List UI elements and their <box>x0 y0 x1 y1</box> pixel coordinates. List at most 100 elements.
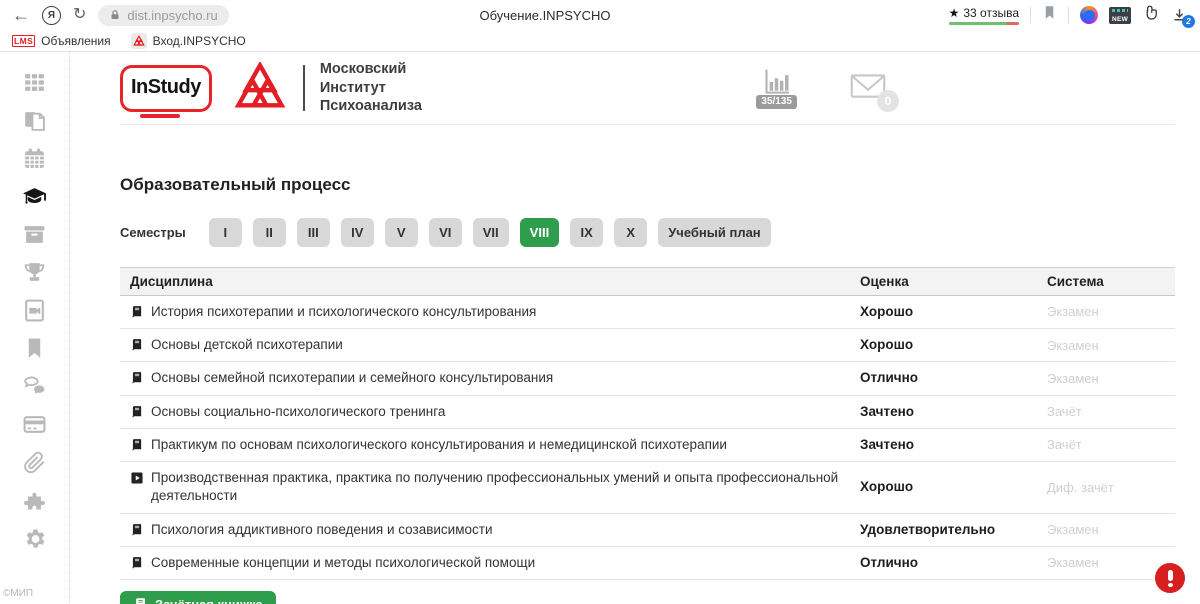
semesters-label: Семестры <box>120 225 186 240</box>
lock-icon <box>109 9 121 21</box>
discipline-name: Психология аддиктивного поведения и соза… <box>151 521 492 539</box>
grade-value: Удовлетворительно <box>860 521 1047 539</box>
semester-tabs: IIIIIIIVVVIVIIVIIIIXXУчебный план <box>209 218 771 247</box>
table-row[interactable]: Основы детской психотерапииХорошоЭкзамен <box>120 329 1175 362</box>
copy-documents-icon <box>22 108 47 138</box>
disciplines-table: Дисциплина Оценка Система История психот… <box>120 267 1175 580</box>
semester-tab-III[interactable]: III <box>297 218 330 247</box>
video-file-icon <box>22 298 47 328</box>
mip-logo-icon[interactable] <box>234 62 286 114</box>
download-badge: 2 <box>1182 15 1195 28</box>
sidebar-item-calendar[interactable] <box>0 142 69 180</box>
bookmark-icon <box>22 336 47 366</box>
table-header: Дисциплина Оценка Система <box>120 267 1175 296</box>
extension-lens-icon[interactable] <box>1080 6 1098 24</box>
yandex-profile-icon[interactable]: Я <box>42 6 61 25</box>
archive-box-icon <box>22 222 47 252</box>
table-row[interactable]: История психотерапии и психологического … <box>120 296 1175 329</box>
system-value: Экзамен <box>1047 337 1175 355</box>
sidebar-item-bookmark[interactable] <box>0 332 69 370</box>
sidebar-item-trophy[interactable] <box>0 256 69 294</box>
semester-tab-I[interactable]: I <box>209 218 242 247</box>
sidebar-item-copy-documents[interactable] <box>0 104 69 142</box>
semester-tab-VII[interactable]: VII <box>473 218 509 247</box>
payment-card-icon <box>22 412 47 442</box>
semester-tab-VIII[interactable]: VIII <box>520 218 560 247</box>
star-icon: ★ <box>949 6 960 20</box>
sidebar-item-archive-box[interactable] <box>0 218 69 256</box>
table-row[interactable]: Современные концепции и методы психологи… <box>120 547 1175 580</box>
grade-value: Отлично <box>860 554 1047 572</box>
sidebar-item-payment-card[interactable] <box>0 408 69 446</box>
browser-window: ← Я ↻ dist.inpsycho.ru Обучение.INPSYCHO… <box>0 0 1200 604</box>
institute-name: Московский Институт Психоанализа <box>320 60 422 117</box>
grade-value: Отлично <box>860 369 1047 387</box>
discipline-name: Основы детской психотерапии <box>151 336 343 354</box>
system-value: Экзамен <box>1047 303 1175 321</box>
grade-value: Зачтено <box>860 403 1047 421</box>
table-row[interactable]: Психология аддиктивного поведения и соза… <box>120 514 1175 547</box>
semester-tab-V[interactable]: V <box>385 218 418 247</box>
col-discipline: Дисциплина <box>130 274 860 289</box>
bar-chart-icon <box>760 67 793 97</box>
lms-icon: LMS <box>12 35 35 47</box>
messages-button[interactable]: 0 <box>849 71 887 106</box>
discipline-name: Производственная практика, практика по п… <box>151 469 840 505</box>
instudy-logo[interactable]: InStudy <box>120 65 212 112</box>
chat-icon <box>22 374 47 404</box>
sidebar-item-puzzle[interactable] <box>0 484 69 522</box>
copyright: ©МИП <box>0 588 33 603</box>
puzzle-icon <box>22 488 47 518</box>
table-row[interactable]: Производственная практика, практика по п… <box>120 462 1175 513</box>
book-icon <box>130 405 144 419</box>
semester-tab-Учебный план[interactable]: Учебный план <box>658 218 770 247</box>
divider <box>303 65 305 111</box>
alert-exclamation-icon[interactable] <box>1155 563 1185 593</box>
bookmark-label: Объявления <box>41 34 110 48</box>
extension-glove-icon[interactable] <box>1142 4 1160 27</box>
url-text: dist.inpsycho.ru <box>127 8 217 23</box>
semester-tab-II[interactable]: II <box>253 218 286 247</box>
sidebar-item-settings-gear[interactable] <box>0 522 69 560</box>
extension-new-icon[interactable]: NEW <box>1109 7 1131 24</box>
system-value: Диф. зачёт <box>1047 479 1175 497</box>
address-bar[interactable]: dist.inpsycho.ru <box>98 5 228 26</box>
header-icons: 35/135 0 <box>756 67 887 109</box>
content-area: InStudy Московский Институт Психоанализа… <box>70 52 1200 603</box>
sidebar-item-video-file[interactable] <box>0 294 69 332</box>
page-heading: Образовательный процесс <box>120 175 1175 195</box>
semester-tab-IX[interactable]: IX <box>570 218 603 247</box>
sidebar-item-graduation-cap[interactable] <box>0 180 69 218</box>
table-row[interactable]: Основы социально-психологического тренин… <box>120 396 1175 429</box>
bookmark-inpsycho[interactable]: Вход.INPSYCHO <box>131 33 246 49</box>
table-row[interactable]: Практикум по основам психологического ко… <box>120 429 1175 462</box>
sidebar-item-apps-grid[interactable] <box>0 66 69 104</box>
rating-bar <box>949 22 1019 25</box>
semesters-row: Семестры IIIIIIIVVVIVIIVIIIIXXУчебный пл… <box>120 218 1175 247</box>
site-header: InStudy Московский Институт Психоанализа… <box>120 52 1175 125</box>
apps-grid-icon <box>22 70 47 100</box>
book-icon <box>130 438 144 452</box>
graduation-cap-icon <box>22 184 47 214</box>
main-area: ©МИП InStudy Московский Институт Психоан… <box>0 52 1200 603</box>
divider <box>1068 7 1069 23</box>
semester-tab-VI[interactable]: VI <box>429 218 462 247</box>
discipline-name: Современные концепции и методы психологи… <box>151 554 535 572</box>
semester-tab-IV[interactable]: IV <box>341 218 374 247</box>
bookmark-flag-icon[interactable] <box>1042 5 1057 25</box>
bookmark-label: Вход.INPSYCHO <box>153 34 246 48</box>
bookmark-lms[interactable]: LMS Объявления <box>12 34 111 48</box>
gradebook-button[interactable]: Зачётная книжка <box>120 591 276 604</box>
trophy-icon <box>22 260 47 290</box>
instudy-logo-text: InStudy <box>131 76 201 98</box>
table-row[interactable]: Основы семейной психотерапии и семейного… <box>120 362 1175 395</box>
semester-tab-X[interactable]: X <box>614 218 647 247</box>
sidebar-item-chat[interactable] <box>0 370 69 408</box>
downloads-icon[interactable]: 2 <box>1171 7 1188 24</box>
sidebar-item-paperclip[interactable] <box>0 446 69 484</box>
discipline-name: История психотерапии и психологического … <box>151 303 536 321</box>
reload-icon[interactable]: ↻ <box>73 7 86 23</box>
back-icon[interactable]: ← <box>12 6 30 24</box>
reviews-widget[interactable]: ★ 33 отзыва <box>949 6 1019 25</box>
progress-stats-button[interactable]: 35/135 <box>756 67 797 109</box>
